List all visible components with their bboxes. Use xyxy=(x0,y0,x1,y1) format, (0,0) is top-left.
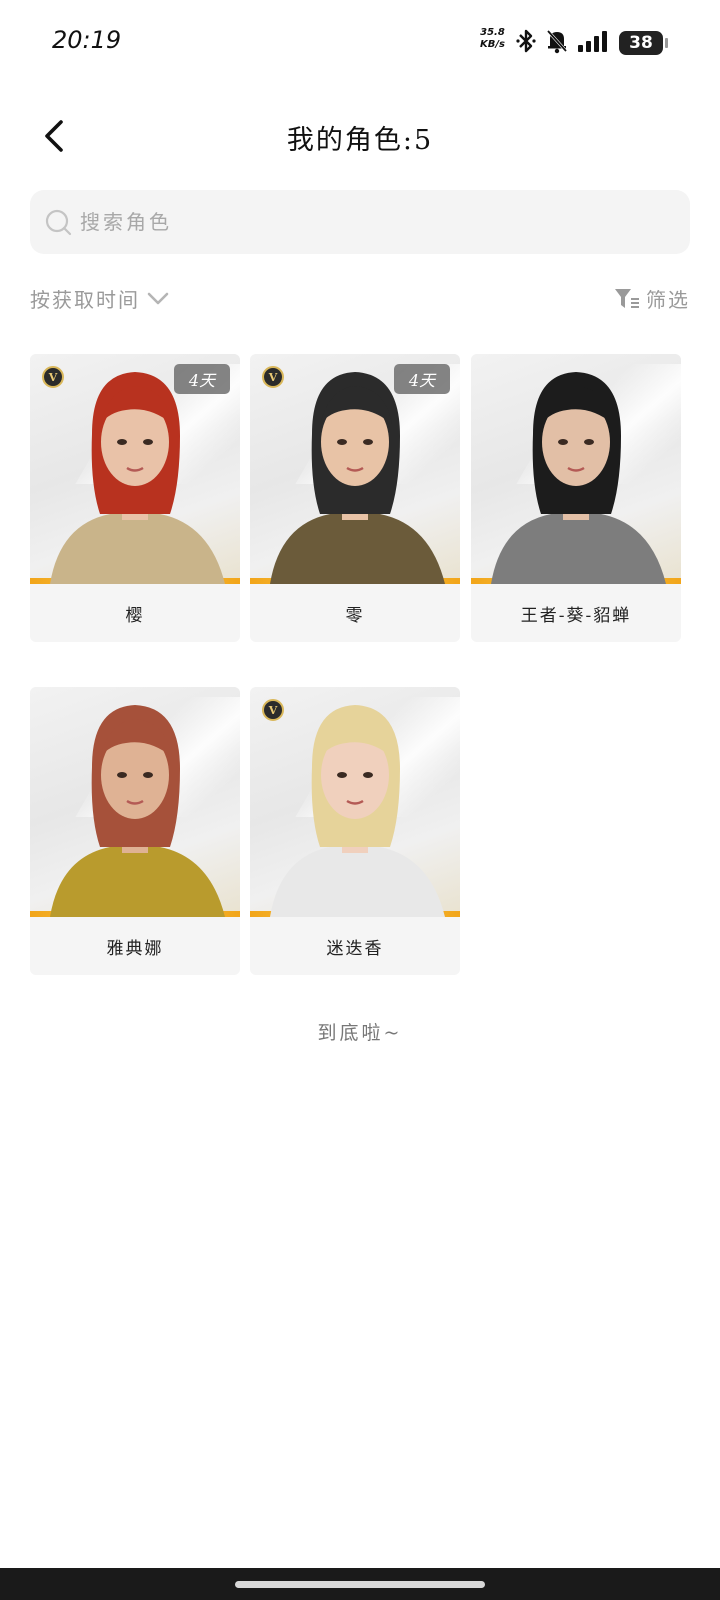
character-name: 雅典娜 xyxy=(106,938,164,959)
character-card[interactable]: 雅典娜 xyxy=(30,687,240,975)
status-time: 20:19 xyxy=(52,26,122,54)
days-remaining-badge: 4天 xyxy=(394,364,450,394)
sort-dropdown[interactable]: 按获取时间 xyxy=(30,284,170,313)
character-image xyxy=(270,705,445,917)
vip-badge-icon: V xyxy=(42,366,64,388)
character-name: 迷迭香 xyxy=(326,938,384,959)
filter-button[interactable]: 筛选 xyxy=(614,284,690,313)
portrait-eye xyxy=(143,439,153,445)
battery-icon: 38 xyxy=(619,31,668,55)
portrait-body xyxy=(50,847,225,917)
signal-icon xyxy=(577,29,611,57)
character-card[interactable]: 王者-葵-貂蝉 xyxy=(471,354,681,642)
status-bar: 20:19 35.8 KB/s 38 xyxy=(0,0,720,88)
bell-off-icon xyxy=(545,28,569,58)
character-portrait xyxy=(471,354,681,584)
portrait-body xyxy=(270,847,445,917)
sort-filter-row: 按获取时间 筛选 xyxy=(30,284,690,320)
portrait-eye xyxy=(117,439,127,445)
end-of-list-text: 到底啦~ xyxy=(317,1022,403,1044)
portrait-eye xyxy=(337,772,347,778)
chevron-down-icon xyxy=(147,292,169,304)
character-portrait: V 4天 xyxy=(30,354,240,584)
portrait-eye xyxy=(363,439,373,445)
character-portrait xyxy=(30,687,240,917)
character-name: 樱 xyxy=(125,605,145,626)
portrait-eye xyxy=(143,772,153,778)
character-name: 王者-葵-貂蝉 xyxy=(520,605,632,626)
search-icon xyxy=(45,209,72,236)
character-card[interactable]: V 4天 樱 xyxy=(30,354,240,642)
status-icons: 38 xyxy=(515,28,668,58)
character-card[interactable]: V 4天 零 xyxy=(250,354,460,642)
character-portrait: V xyxy=(250,687,460,917)
character-image xyxy=(491,372,666,584)
home-indicator[interactable] xyxy=(235,1581,485,1588)
portrait-eye xyxy=(337,439,347,445)
portrait-eye xyxy=(363,772,373,778)
bluetooth-icon xyxy=(515,28,537,58)
header: 我的角色:5 xyxy=(0,100,720,172)
portrait-eye xyxy=(117,772,127,778)
filter-label: 筛选 xyxy=(646,288,690,312)
vip-badge-icon: V xyxy=(262,366,284,388)
portrait-eye xyxy=(584,439,594,445)
filter-icon xyxy=(615,288,639,308)
search-input[interactable] xyxy=(80,210,640,234)
system-nav-bar xyxy=(0,1568,720,1600)
character-portrait: V 4天 xyxy=(250,354,460,584)
net-speed-value: 35.8 xyxy=(480,27,505,38)
days-remaining-badge: 4天 xyxy=(174,364,230,394)
sort-label: 按获取时间 xyxy=(30,288,140,312)
vip-badge-icon: V xyxy=(262,699,284,721)
net-speed: 35.8 KB/s xyxy=(480,27,505,51)
character-card[interactable]: V 迷迭香 xyxy=(250,687,460,975)
portrait-eye xyxy=(558,439,568,445)
character-name: 零 xyxy=(345,605,365,626)
search-bar[interactable] xyxy=(30,190,690,254)
character-image xyxy=(50,705,225,917)
battery-level: 38 xyxy=(629,33,653,53)
portrait-body xyxy=(491,514,666,584)
net-speed-unit: KB/s xyxy=(480,39,505,50)
page-title: 我的角色:5 xyxy=(286,125,434,156)
portrait-body xyxy=(50,514,225,584)
portrait-body xyxy=(270,514,445,584)
